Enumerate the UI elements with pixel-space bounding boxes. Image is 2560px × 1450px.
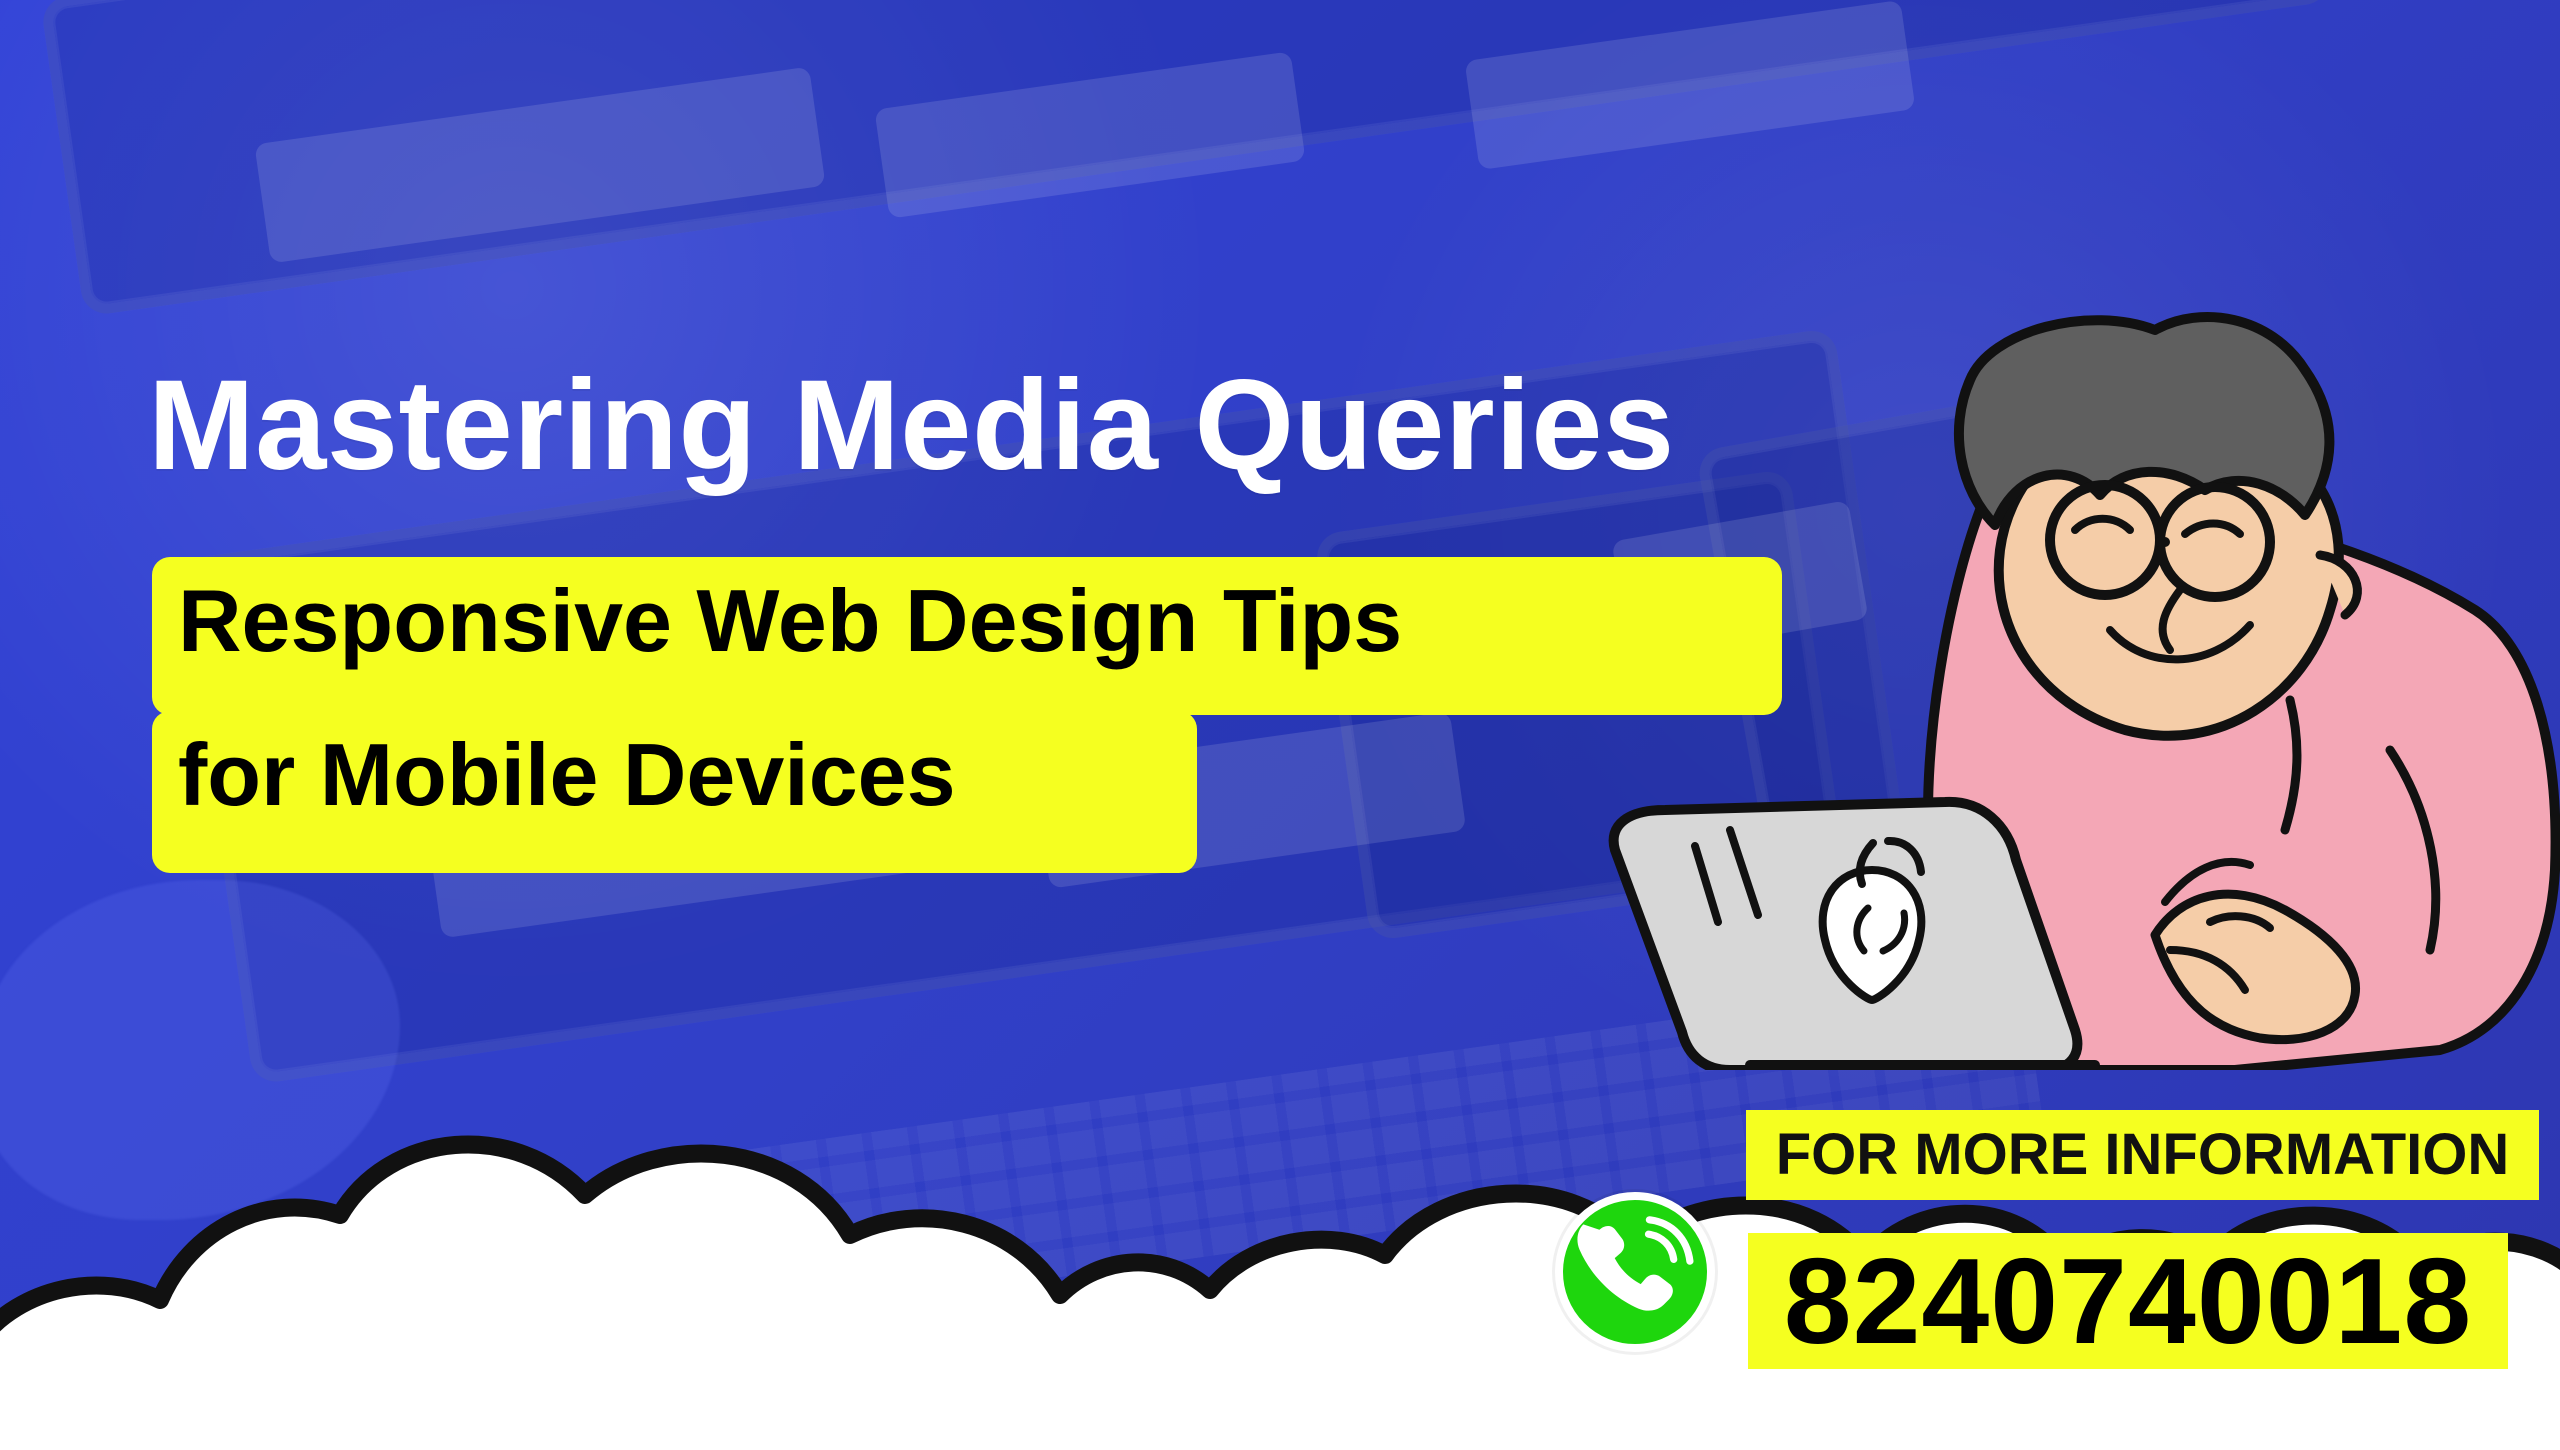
- person-illustration: [1570, 310, 2560, 1070]
- contact-label: FOR MORE INFORMATION: [1746, 1110, 2539, 1200]
- phone-icon: [1555, 1192, 1715, 1352]
- page-title: Mastering Media Queries: [148, 354, 1675, 497]
- cloud-foreground: [0, 1010, 2560, 1450]
- phone-number: 8240740018: [1748, 1233, 2508, 1369]
- subtitle-line-2: for Mobile Devices: [152, 711, 1197, 873]
- subtitle-line-1: Responsive Web Design Tips: [152, 557, 1782, 715]
- subtitle-highlight: Responsive Web Design Tips for Mobile De…: [152, 557, 1782, 879]
